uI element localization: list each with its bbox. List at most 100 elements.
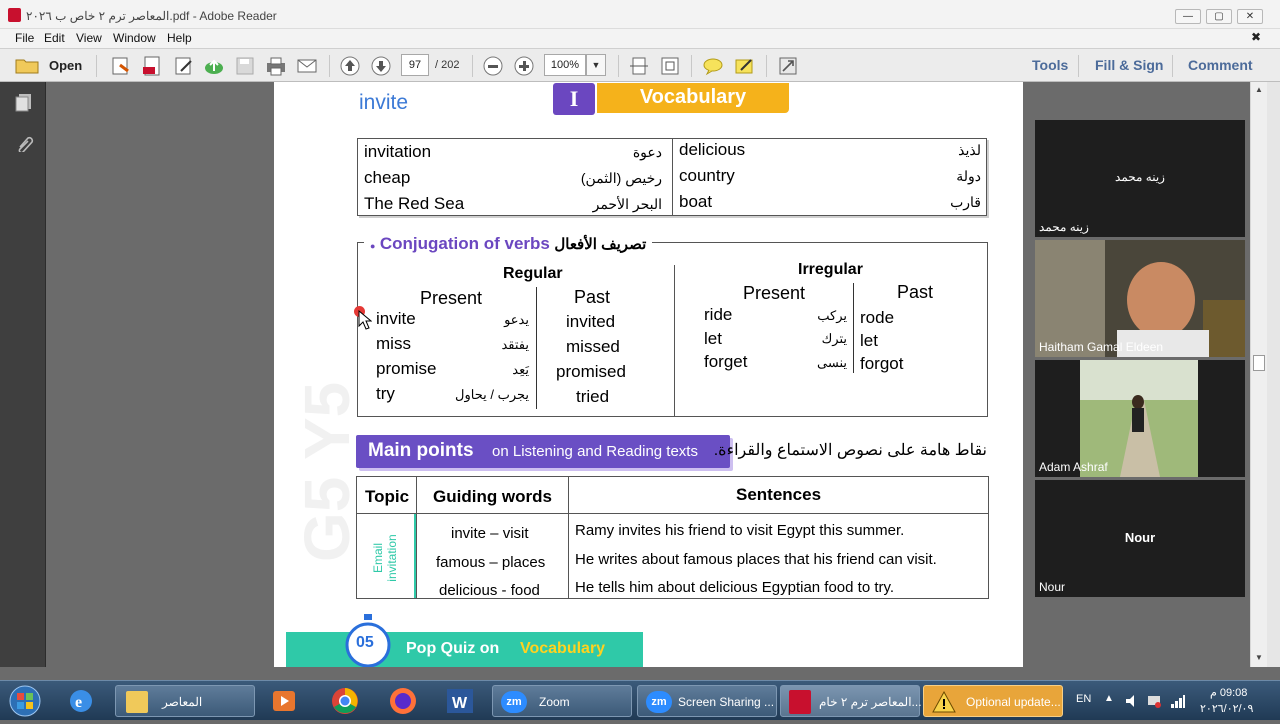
bullet-dot-icon: ● <box>370 241 376 251</box>
taskbar-item-folder[interactable]: المعاصر <box>115 685 255 717</box>
menu-file[interactable]: File <box>15 31 34 45</box>
irregular-present-heading: Present <box>743 283 806 303</box>
create-pdf-icon[interactable] <box>110 55 132 77</box>
firefox-icon[interactable] <box>388 686 418 716</box>
regular-present: promise <box>376 359 437 378</box>
chrome-icon[interactable] <box>330 686 360 716</box>
scroll-down-icon[interactable]: ▼ <box>1255 653 1263 662</box>
conjugation-title-en: Conjugation of verbs <box>379 234 550 253</box>
vocab-en: invitation <box>364 142 432 161</box>
pop-quiz-highlight: Vocabulary <box>520 640 606 657</box>
word-icon[interactable]: W <box>445 686 475 716</box>
fill-sign-link[interactable]: Fill & Sign <box>1095 57 1163 73</box>
pdf-document-icon[interactable] <box>141 55 163 77</box>
clock-time[interactable]: 09:08 م <box>1210 686 1247 699</box>
close-document-button[interactable]: ✖ <box>1251 30 1261 44</box>
navigation-pane <box>0 82 46 667</box>
svg-text:e: e <box>75 694 82 711</box>
media-player-icon[interactable] <box>270 687 298 715</box>
vocab-en: boat <box>679 192 713 211</box>
language-indicator[interactable]: EN <box>1076 693 1091 705</box>
page-thumbnails-icon[interactable] <box>14 92 34 112</box>
menu-window[interactable]: Window <box>113 31 156 45</box>
menu-edit[interactable]: Edit <box>44 31 65 45</box>
menu-view[interactable]: View <box>76 31 102 45</box>
main-points-banner: Main points on Listening and Reading tex… <box>356 435 730 468</box>
clock-date[interactable]: ٢٠٢٦/٠٢/٠٩ <box>1200 702 1253 715</box>
next-page-icon[interactable] <box>370 55 392 77</box>
vocab-ar: البحر الأحمر <box>592 196 662 212</box>
guiding-words: invite – visit <box>451 525 529 542</box>
taskbar-item-zoom[interactable]: zm Zoom <box>492 685 632 717</box>
participant-tile[interactable]: Haitham Gamal Eldeen <box>1035 240 1245 357</box>
vocab-ar: لذيذ <box>958 142 981 158</box>
scroll-up-icon[interactable]: ▲ <box>1255 85 1263 94</box>
participant-tile[interactable]: Adam Ashraf <box>1035 360 1245 477</box>
page-total: / 202 <box>435 59 460 71</box>
pdf-app-icon <box>8 8 21 22</box>
toolbar-separator <box>691 55 692 77</box>
zoom-out-icon[interactable] <box>482 55 504 77</box>
regular-past: promised <box>556 362 626 381</box>
email-icon[interactable] <box>296 55 318 77</box>
fit-page-icon[interactable] <box>659 55 681 77</box>
zoom-in-icon[interactable] <box>513 55 535 77</box>
volume-icon[interactable] <box>1124 693 1140 709</box>
full-screen-icon[interactable] <box>777 55 799 77</box>
cloud-upload-icon[interactable] <box>203 55 225 77</box>
scroll-thumb[interactable] <box>1253 355 1265 371</box>
scrollbar-margin <box>1267 82 1280 667</box>
points-col-divider <box>416 477 417 598</box>
regular-heading: Regular <box>503 265 563 282</box>
highlight-icon[interactable] <box>733 55 755 77</box>
minimize-button[interactable]: — <box>1175 9 1201 24</box>
start-button-icon[interactable] <box>6 683 44 719</box>
tools-link[interactable]: Tools <box>1032 57 1068 73</box>
internet-explorer-icon[interactable]: e <box>66 687 96 715</box>
pdf-page[interactable]: G5 Y5 invite I Vocabulary invitation دعو… <box>274 82 1023 667</box>
open-folder-icon[interactable] <box>15 55 39 75</box>
taskbar-item-optional-update[interactable]: Optional update... <box>923 685 1063 717</box>
comment-link[interactable]: Comment <box>1188 57 1253 73</box>
taskbar-item-label: Optional update... <box>966 695 1061 709</box>
regular-past: tried <box>576 387 610 406</box>
toolbar-separator <box>618 55 619 77</box>
print-icon[interactable] <box>265 55 287 77</box>
page-number-input[interactable]: 97 <box>401 54 429 76</box>
edit-icon[interactable] <box>173 55 195 77</box>
taskbar-item-label: المعاصر <box>162 695 203 709</box>
open-button[interactable]: Open <box>49 58 82 73</box>
points-header-guiding: Guiding words <box>433 487 552 506</box>
taskbar-item-adobe-reader[interactable]: المعاصر ترم ٢ خام... <box>780 685 922 717</box>
window-title: المعاصر ترم ٢ خاص ب ٢٠٢٦.pdf - Adobe Rea… <box>26 9 277 23</box>
close-button[interactable]: ✕ <box>1237 9 1263 24</box>
zoom-level-select[interactable]: 100% <box>544 54 586 76</box>
points-header-topic: Topic <box>365 487 410 506</box>
participant-tile[interactable]: Nour Nour <box>1035 480 1245 597</box>
regular-present-heading: Present <box>420 288 483 308</box>
menu-help[interactable]: Help <box>167 31 192 45</box>
points-table: Topic Guiding words Sentences Email invi… <box>356 476 989 599</box>
signal-icon[interactable] <box>1170 693 1186 709</box>
fit-width-icon[interactable] <box>628 55 650 77</box>
comment-bubble-icon[interactable] <box>702 55 724 77</box>
regular-present: miss <box>376 334 411 353</box>
folder-icon <box>126 691 148 713</box>
network-icon[interactable] <box>1146 693 1162 709</box>
page-watermark: G5 Y5 <box>291 381 363 562</box>
tray-expand-icon[interactable]: ▲ <box>1104 693 1114 704</box>
participant-name: Haitham Gamal Eldeen <box>1039 340 1164 354</box>
zoom-dropdown-icon[interactable]: ▼ <box>586 54 606 76</box>
save-icon[interactable] <box>234 55 256 77</box>
vocab-ar: رخيص (الثمن) <box>580 170 662 186</box>
restore-button[interactable]: ▢ <box>1206 9 1232 24</box>
attachment-paperclip-icon[interactable] <box>14 132 34 154</box>
taskbar-item-screen-sharing[interactable]: zm Screen Sharing ... <box>637 685 777 717</box>
vocabulary-table: invitation دعوة cheap رخيص (الثمن) The R… <box>357 138 987 216</box>
stopwatch-icon: 05 <box>344 614 392 667</box>
vertical-scrollbar[interactable]: ▲ ▼ <box>1250 82 1267 667</box>
participant-tile[interactable]: زينه محمد زينه محمد <box>1035 120 1245 237</box>
main-points-bold: Main points <box>368 440 474 461</box>
regular-present: try <box>376 384 395 403</box>
previous-page-icon[interactable] <box>339 55 361 77</box>
